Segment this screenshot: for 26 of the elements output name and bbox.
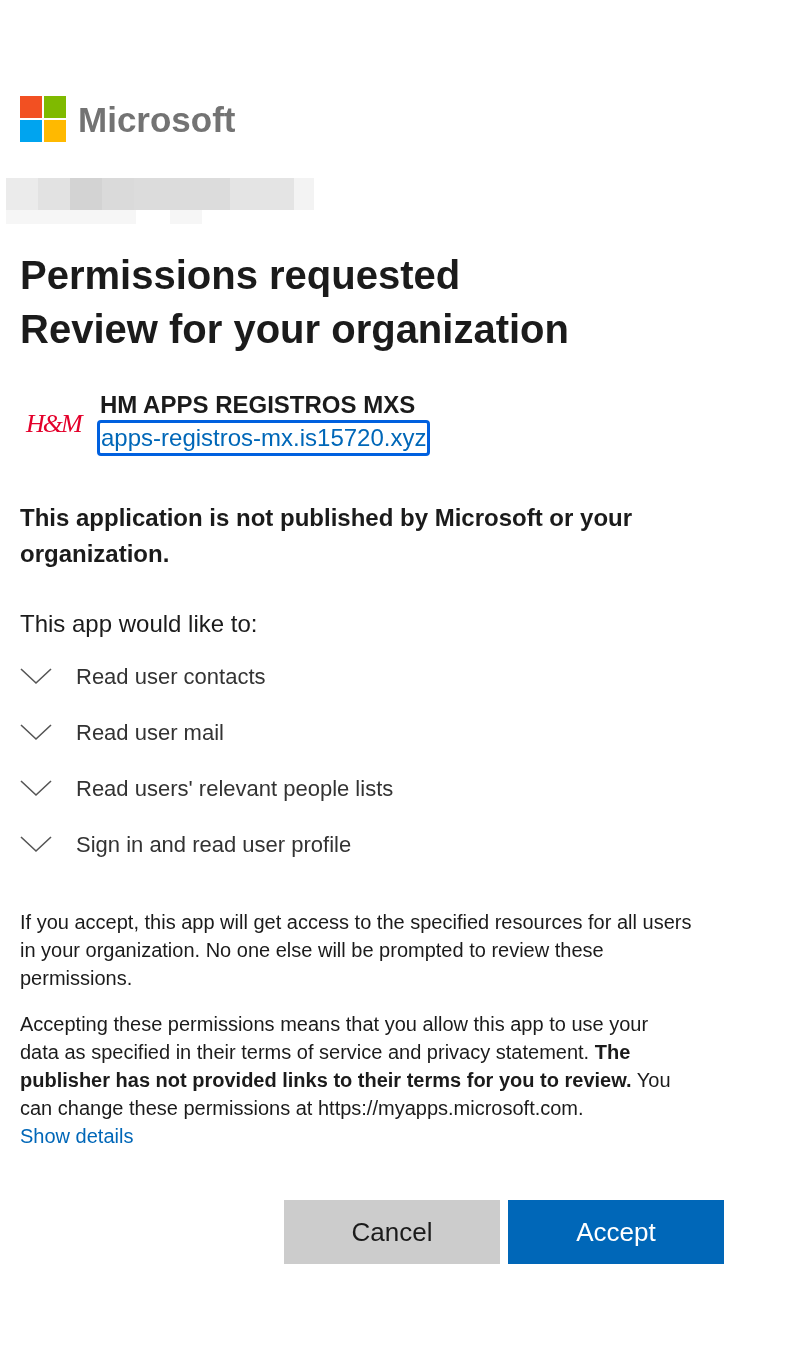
- page-title: Permissions requested: [20, 252, 462, 299]
- permission-item[interactable]: Sign in and read user profile: [20, 816, 762, 872]
- permission-item[interactable]: Read user contacts: [20, 648, 762, 704]
- show-details-link[interactable]: Show details: [20, 1125, 134, 1147]
- microsoft-logo-icon: [20, 96, 66, 142]
- permission-label: Sign in and read user profile: [76, 830, 352, 859]
- app-name: HM APPS REGISTROS MXS: [100, 390, 417, 420]
- app-logo: H&M: [24, 407, 84, 440]
- permission-label: Read user contacts: [76, 662, 266, 691]
- accept-button[interactable]: Accept: [508, 1200, 724, 1264]
- permission-item[interactable]: Read users' relevant people lists: [20, 760, 762, 816]
- notice-text: If you accept, this app will get access to the specified resources for all users in your organization. No one else will be prompted to review these permissions.: [20, 910, 693, 991]
- warning-text: This application is not published by Microsoft or your organization.: [20, 503, 634, 569]
- chevron-icon: [20, 667, 52, 685]
- permission-label: Read user mail: [76, 718, 224, 747]
- brand-name: Microsoft: [78, 101, 236, 137]
- chevron-icon: [20, 723, 52, 741]
- cancel-button[interactable]: Cancel: [284, 1200, 500, 1264]
- permission-label: Read users' relevant people lists: [76, 774, 394, 803]
- chevron-icon: [20, 779, 52, 797]
- consent-text: Accepting these permissions means that you allow this app to use your data as specified in their terms of service and privacy statement. The publisher has not provided links to their terms for you to review. You can change these permissions at https://myapps.microsoft.com. Show details: [20, 1012, 672, 1149]
- chevron-icon: [20, 835, 52, 853]
- publisher-link[interactable]: apps-registros-mx.is15720.xyz: [97, 420, 431, 456]
- page-title: Review for your organization: [20, 306, 570, 353]
- permissions-intro: This app would like to:: [20, 609, 259, 639]
- permission-item[interactable]: Read user mail: [20, 704, 762, 760]
